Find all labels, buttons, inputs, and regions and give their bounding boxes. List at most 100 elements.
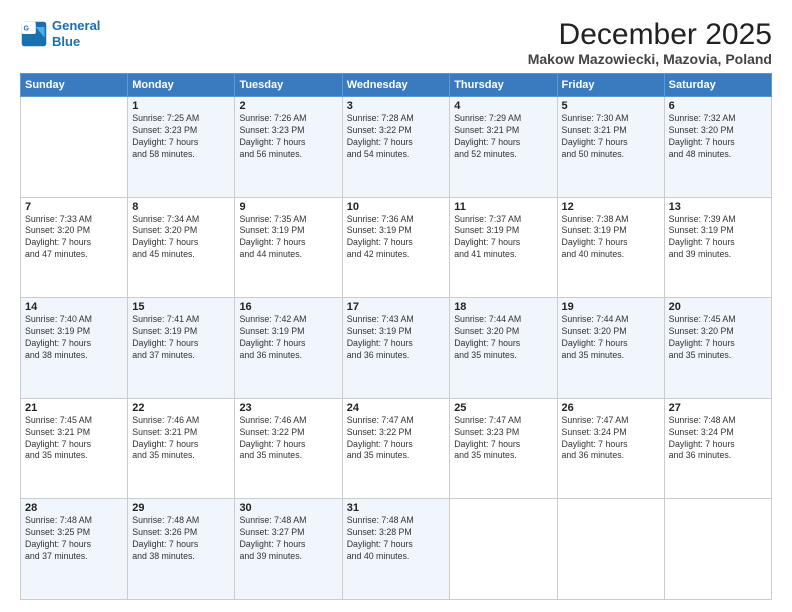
header: G GeneralBlue December 2025 Makow Mazowi…	[20, 18, 772, 67]
day-number: 12	[562, 201, 660, 213]
calendar-cell: 24Sunrise: 7:47 AM Sunset: 3:22 PM Dayli…	[342, 398, 449, 499]
day-info: Sunrise: 7:48 AM Sunset: 3:28 PM Dayligh…	[347, 515, 445, 563]
calendar-cell: 6Sunrise: 7:32 AM Sunset: 3:20 PM Daylig…	[664, 97, 771, 198]
calendar-cell: 15Sunrise: 7:41 AM Sunset: 3:19 PM Dayli…	[128, 298, 235, 399]
calendar-cell: 19Sunrise: 7:44 AM Sunset: 3:20 PM Dayli…	[557, 298, 664, 399]
day-number: 16	[239, 301, 337, 313]
days-of-week-row: SundayMondayTuesdayWednesdayThursdayFrid…	[21, 74, 772, 97]
logo: G GeneralBlue	[20, 18, 100, 49]
day-number: 11	[454, 201, 552, 213]
calendar-cell: 21Sunrise: 7:45 AM Sunset: 3:21 PM Dayli…	[21, 398, 128, 499]
calendar-cell: 8Sunrise: 7:34 AM Sunset: 3:20 PM Daylig…	[128, 197, 235, 298]
day-info: Sunrise: 7:28 AM Sunset: 3:22 PM Dayligh…	[347, 113, 445, 161]
calendar-cell: 4Sunrise: 7:29 AM Sunset: 3:21 PM Daylig…	[450, 97, 557, 198]
day-info: Sunrise: 7:30 AM Sunset: 3:21 PM Dayligh…	[562, 113, 660, 161]
day-number: 29	[132, 502, 230, 514]
day-info: Sunrise: 7:45 AM Sunset: 3:21 PM Dayligh…	[25, 415, 123, 463]
day-info: Sunrise: 7:45 AM Sunset: 3:20 PM Dayligh…	[669, 314, 767, 362]
calendar-table: SundayMondayTuesdayWednesdayThursdayFrid…	[20, 73, 772, 600]
calendar-cell: 13Sunrise: 7:39 AM Sunset: 3:19 PM Dayli…	[664, 197, 771, 298]
calendar-cell: 9Sunrise: 7:35 AM Sunset: 3:19 PM Daylig…	[235, 197, 342, 298]
day-number: 2	[239, 100, 337, 112]
calendar-cell: 3Sunrise: 7:28 AM Sunset: 3:22 PM Daylig…	[342, 97, 449, 198]
day-number: 15	[132, 301, 230, 313]
day-number: 7	[25, 201, 123, 213]
svg-text:G: G	[24, 25, 30, 32]
calendar-cell	[21, 97, 128, 198]
week-row-1: 7Sunrise: 7:33 AM Sunset: 3:20 PM Daylig…	[21, 197, 772, 298]
day-info: Sunrise: 7:38 AM Sunset: 3:19 PM Dayligh…	[562, 214, 660, 262]
calendar-cell: 22Sunrise: 7:46 AM Sunset: 3:21 PM Dayli…	[128, 398, 235, 499]
day-number: 31	[347, 502, 445, 514]
day-info: Sunrise: 7:47 AM Sunset: 3:24 PM Dayligh…	[562, 415, 660, 463]
day-info: Sunrise: 7:48 AM Sunset: 3:24 PM Dayligh…	[669, 415, 767, 463]
calendar-header: SundayMondayTuesdayWednesdayThursdayFrid…	[21, 74, 772, 97]
day-number: 13	[669, 201, 767, 213]
day-info: Sunrise: 7:47 AM Sunset: 3:23 PM Dayligh…	[454, 415, 552, 463]
day-info: Sunrise: 7:48 AM Sunset: 3:26 PM Dayligh…	[132, 515, 230, 563]
day-header-wednesday: Wednesday	[342, 74, 449, 97]
title-block: December 2025 Makow Mazowiecki, Mazovia,…	[528, 18, 772, 67]
page: G GeneralBlue December 2025 Makow Mazowi…	[0, 0, 792, 612]
week-row-4: 28Sunrise: 7:48 AM Sunset: 3:25 PM Dayli…	[21, 499, 772, 600]
day-number: 4	[454, 100, 552, 112]
calendar-cell: 14Sunrise: 7:40 AM Sunset: 3:19 PM Dayli…	[21, 298, 128, 399]
day-header-thursday: Thursday	[450, 74, 557, 97]
day-number: 21	[25, 402, 123, 414]
calendar-cell: 18Sunrise: 7:44 AM Sunset: 3:20 PM Dayli…	[450, 298, 557, 399]
day-info: Sunrise: 7:42 AM Sunset: 3:19 PM Dayligh…	[239, 314, 337, 362]
day-number: 20	[669, 301, 767, 313]
calendar-cell: 28Sunrise: 7:48 AM Sunset: 3:25 PM Dayli…	[21, 499, 128, 600]
day-info: Sunrise: 7:44 AM Sunset: 3:20 PM Dayligh…	[454, 314, 552, 362]
day-info: Sunrise: 7:36 AM Sunset: 3:19 PM Dayligh…	[347, 214, 445, 262]
calendar-cell	[450, 499, 557, 600]
week-row-0: 1Sunrise: 7:25 AM Sunset: 3:23 PM Daylig…	[21, 97, 772, 198]
day-info: Sunrise: 7:44 AM Sunset: 3:20 PM Dayligh…	[562, 314, 660, 362]
day-number: 5	[562, 100, 660, 112]
day-header-monday: Monday	[128, 74, 235, 97]
logo-icon: G	[20, 20, 48, 48]
calendar-cell: 25Sunrise: 7:47 AM Sunset: 3:23 PM Dayli…	[450, 398, 557, 499]
day-number: 1	[132, 100, 230, 112]
calendar-cell: 16Sunrise: 7:42 AM Sunset: 3:19 PM Dayli…	[235, 298, 342, 399]
day-number: 3	[347, 100, 445, 112]
day-number: 19	[562, 301, 660, 313]
logo-text: GeneralBlue	[52, 18, 100, 49]
day-info: Sunrise: 7:29 AM Sunset: 3:21 PM Dayligh…	[454, 113, 552, 161]
day-header-tuesday: Tuesday	[235, 74, 342, 97]
calendar-cell: 27Sunrise: 7:48 AM Sunset: 3:24 PM Dayli…	[664, 398, 771, 499]
subtitle: Makow Mazowiecki, Mazovia, Poland	[528, 51, 772, 67]
day-number: 30	[239, 502, 337, 514]
day-info: Sunrise: 7:46 AM Sunset: 3:21 PM Dayligh…	[132, 415, 230, 463]
day-number: 14	[25, 301, 123, 313]
day-number: 17	[347, 301, 445, 313]
day-number: 27	[669, 402, 767, 414]
day-header-sunday: Sunday	[21, 74, 128, 97]
day-info: Sunrise: 7:34 AM Sunset: 3:20 PM Dayligh…	[132, 214, 230, 262]
day-header-saturday: Saturday	[664, 74, 771, 97]
calendar-body: 1Sunrise: 7:25 AM Sunset: 3:23 PM Daylig…	[21, 97, 772, 600]
day-number: 23	[239, 402, 337, 414]
day-info: Sunrise: 7:25 AM Sunset: 3:23 PM Dayligh…	[132, 113, 230, 161]
calendar-cell: 30Sunrise: 7:48 AM Sunset: 3:27 PM Dayli…	[235, 499, 342, 600]
day-info: Sunrise: 7:48 AM Sunset: 3:27 PM Dayligh…	[239, 515, 337, 563]
day-info: Sunrise: 7:41 AM Sunset: 3:19 PM Dayligh…	[132, 314, 230, 362]
calendar-cell: 10Sunrise: 7:36 AM Sunset: 3:19 PM Dayli…	[342, 197, 449, 298]
calendar-cell: 26Sunrise: 7:47 AM Sunset: 3:24 PM Dayli…	[557, 398, 664, 499]
day-info: Sunrise: 7:32 AM Sunset: 3:20 PM Dayligh…	[669, 113, 767, 161]
calendar-cell: 1Sunrise: 7:25 AM Sunset: 3:23 PM Daylig…	[128, 97, 235, 198]
calendar-cell: 20Sunrise: 7:45 AM Sunset: 3:20 PM Dayli…	[664, 298, 771, 399]
day-info: Sunrise: 7:39 AM Sunset: 3:19 PM Dayligh…	[669, 214, 767, 262]
day-number: 6	[669, 100, 767, 112]
calendar-cell: 23Sunrise: 7:46 AM Sunset: 3:22 PM Dayli…	[235, 398, 342, 499]
calendar-cell: 12Sunrise: 7:38 AM Sunset: 3:19 PM Dayli…	[557, 197, 664, 298]
day-number: 22	[132, 402, 230, 414]
day-info: Sunrise: 7:46 AM Sunset: 3:22 PM Dayligh…	[239, 415, 337, 463]
day-info: Sunrise: 7:37 AM Sunset: 3:19 PM Dayligh…	[454, 214, 552, 262]
week-row-3: 21Sunrise: 7:45 AM Sunset: 3:21 PM Dayli…	[21, 398, 772, 499]
day-number: 28	[25, 502, 123, 514]
calendar-cell: 2Sunrise: 7:26 AM Sunset: 3:23 PM Daylig…	[235, 97, 342, 198]
calendar-cell: 31Sunrise: 7:48 AM Sunset: 3:28 PM Dayli…	[342, 499, 449, 600]
calendar-cell: 5Sunrise: 7:30 AM Sunset: 3:21 PM Daylig…	[557, 97, 664, 198]
day-info: Sunrise: 7:48 AM Sunset: 3:25 PM Dayligh…	[25, 515, 123, 563]
